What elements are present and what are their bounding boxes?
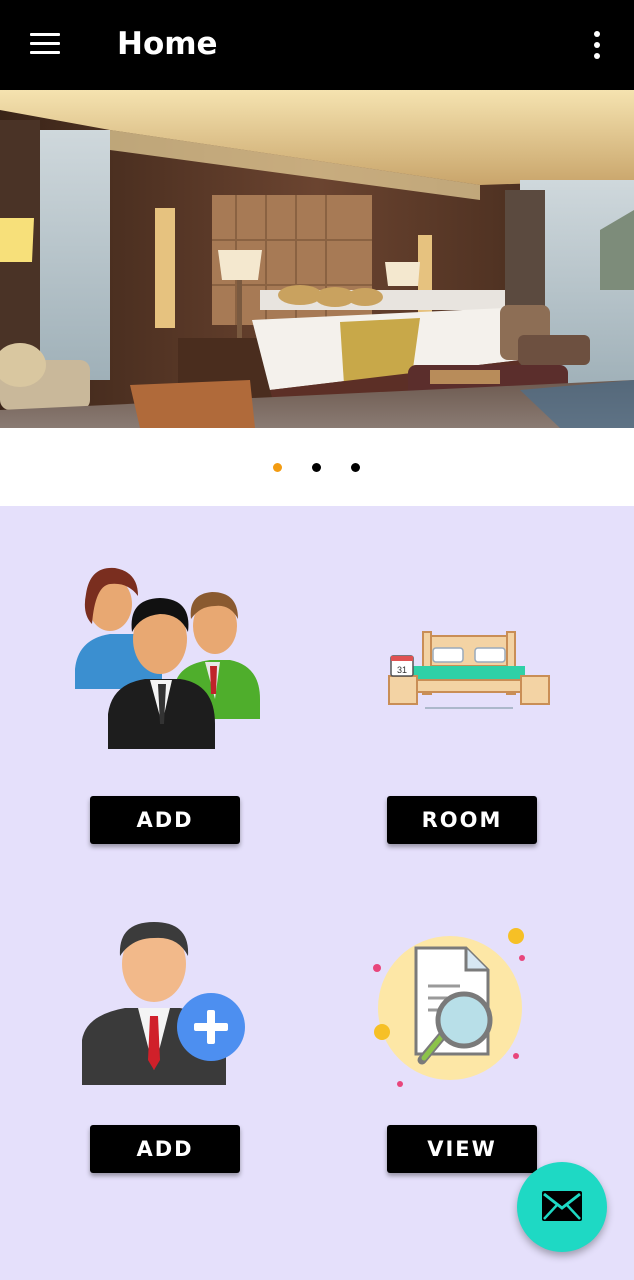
add-staff-button[interactable]: ADD xyxy=(90,1125,240,1173)
room-button[interactable]: ROOM xyxy=(387,796,537,844)
document-search-icon xyxy=(373,928,525,1087)
carousel-indicator xyxy=(0,428,634,506)
svg-text:31: 31 xyxy=(397,665,407,675)
add-guest-button[interactable]: ADD xyxy=(90,796,240,844)
dashboard-grid: ADD 31 ROOM ADD VIEW xyxy=(0,506,634,1280)
page-title: Home xyxy=(117,26,218,62)
mail-icon xyxy=(542,1191,582,1221)
hamburger-menu-icon[interactable] xyxy=(20,24,70,64)
carousel-dot-3[interactable] xyxy=(351,463,360,472)
app-bar: Home xyxy=(0,0,634,90)
mail-fab-button[interactable] xyxy=(517,1162,607,1252)
view-button[interactable]: VIEW xyxy=(387,1125,537,1173)
bed-room-icon: 31 xyxy=(388,631,550,709)
hotel-room-photo xyxy=(0,90,634,428)
group-users-icon xyxy=(75,567,260,749)
carousel-dot-2[interactable] xyxy=(312,463,321,472)
carousel-dot-1[interactable] xyxy=(273,463,282,472)
add-person-icon xyxy=(82,922,245,1085)
image-carousel[interactable] xyxy=(0,90,634,428)
more-vert-icon[interactable] xyxy=(580,28,614,62)
